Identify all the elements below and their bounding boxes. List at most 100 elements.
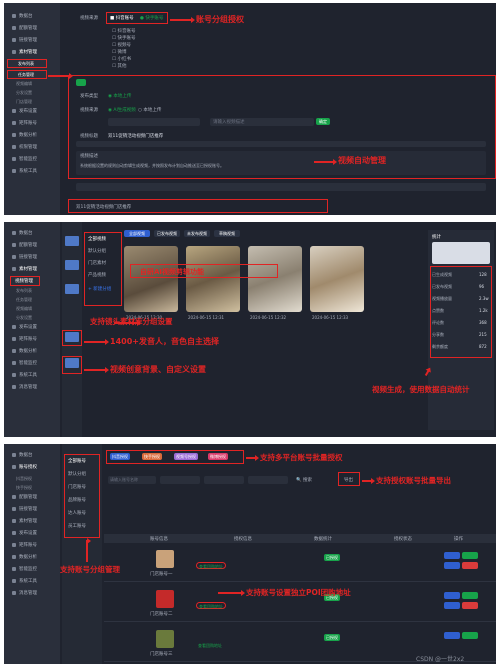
radio-option[interactable]: ◉ 本地上传 — [108, 93, 131, 99]
tab-draft[interactable]: 草稿视频 — [214, 230, 240, 237]
action-button[interactable] — [444, 562, 460, 569]
group-item[interactable]: 默认分组 — [88, 248, 106, 254]
sidebar-item[interactable]: 数据台 — [4, 11, 60, 23]
action-button[interactable] — [462, 592, 478, 599]
sidebar-item[interactable]: 账号授权 — [4, 462, 60, 474]
description-box[interactable]: 视频描述 系统根据设置的规则自动剪辑生成视频，并按照发布计划自动推送至已授权账号… — [76, 151, 486, 175]
sidebar-item[interactable]: 权限管理 — [4, 142, 60, 154]
sidebar-item[interactable]: 数据分析 — [4, 552, 60, 564]
checkbox-item[interactable]: ☐ 小红书 — [112, 56, 131, 62]
group-item[interactable]: 产品视频 — [88, 272, 106, 278]
sidebar-item-video[interactable]: 视频管理 — [10, 276, 40, 286]
checkbox-item[interactable]: ☐ 视频号 — [112, 42, 131, 48]
folder-icon[interactable] — [65, 236, 79, 246]
group-item[interactable]: + 新建分组 — [88, 286, 111, 292]
sidebar-item-publish-list[interactable]: 发布列表 — [7, 59, 47, 68]
export-button[interactable]: 导出 — [344, 477, 353, 483]
input-field[interactable] — [108, 118, 200, 126]
sidebar-item[interactable]: 系统工具 — [4, 370, 60, 382]
video-thumbnail[interactable] — [124, 246, 178, 312]
sidebar-item[interactable]: 矩阵账号 — [4, 540, 60, 552]
sidebar-item[interactable]: 链接管理 — [4, 252, 60, 264]
action-button[interactable] — [444, 592, 460, 599]
tab-published[interactable]: 已发布视频 — [154, 230, 180, 237]
group-item[interactable]: 默认分组 — [68, 471, 86, 477]
sidebar-subitem[interactable]: 视频编辑 — [4, 304, 60, 313]
checkbox-label[interactable]: ■ 抖音账号 — [110, 15, 134, 21]
sidebar-item[interactable]: 配额管理 — [4, 23, 60, 35]
video-thumbnail[interactable] — [248, 246, 302, 312]
action-button[interactable] — [462, 552, 478, 559]
confirm-button[interactable]: 确定 — [316, 118, 330, 125]
filter-select[interactable] — [248, 476, 288, 484]
sidebar-item[interactable]: 消息管理 — [4, 588, 60, 600]
folder-icon[interactable] — [65, 284, 79, 294]
sidebar-item[interactable]: 发布设置 — [4, 322, 60, 334]
sidebar-item[interactable]: 发布设置 — [4, 106, 60, 118]
sidebar-item[interactable]: 配额管理 — [4, 240, 60, 252]
sidebar-item[interactable]: 素材管理 — [4, 264, 60, 276]
group-item[interactable]: 全部视频 — [88, 236, 106, 242]
sidebar-item[interactable]: 消息管理 — [4, 382, 60, 394]
sidebar-subitem[interactable]: 快手授权 — [4, 483, 60, 492]
sidebar-item[interactable]: 数据分析 — [4, 346, 60, 358]
sidebar-item[interactable]: 矩阵账号 — [4, 334, 60, 346]
action-button[interactable] — [444, 632, 460, 639]
checkbox-label[interactable]: ● 快手账号 — [140, 15, 163, 21]
tab-kuaishou[interactable]: 快手授权 — [142, 453, 162, 460]
sidebar-item[interactable]: 智能监控 — [4, 358, 60, 370]
sidebar-subitem[interactable]: 分发设置 — [4, 88, 60, 97]
sidebar-subitem[interactable]: 分发设置 — [4, 313, 60, 322]
tab-unpublished[interactable]: 未发布视频 — [184, 230, 210, 237]
poi-link[interactable]: 查看团购地址 — [196, 642, 224, 649]
group-item[interactable]: 门店素材 — [88, 260, 106, 266]
tab-weibo[interactable]: 微博授权 — [208, 453, 228, 460]
tab-douyin[interactable]: 抖音授权 — [110, 453, 130, 460]
sidebar-item[interactable]: 智能监控 — [4, 154, 60, 166]
sidebar-subitem[interactable]: 门店管理 — [4, 97, 60, 106]
sidebar-subitem[interactable]: 发布列表 — [4, 286, 60, 295]
sidebar-item[interactable]: 智能监控 — [4, 564, 60, 576]
sidebar-item[interactable]: 数据台 — [4, 228, 60, 240]
tab-all[interactable]: 全部视频 — [124, 230, 150, 237]
checkbox-item[interactable]: ☐ 其他 — [112, 63, 126, 69]
table-row[interactable]: 门店账号一 查看团购地址 已授权 — [104, 544, 496, 582]
search-input[interactable]: 请输入视频描述 — [210, 118, 314, 126]
tab-channels[interactable]: 视频号授权 — [174, 453, 198, 460]
sidebar-item[interactable]: 配额管理 — [4, 492, 60, 504]
section-row[interactable] — [76, 183, 486, 191]
sidebar-subitem[interactable]: 视频编辑 — [4, 79, 60, 88]
radio-option[interactable]: ○ 本地上传 — [138, 107, 161, 113]
sidebar-item[interactable]: 链接管理 — [4, 504, 60, 516]
group-item[interactable]: 品牌账号 — [68, 497, 86, 503]
poi-link[interactable]: 查看团购地址 — [196, 562, 226, 569]
group-item[interactable]: 达人账号 — [68, 510, 86, 516]
group-item[interactable]: 门店账号 — [68, 484, 86, 490]
filter-select[interactable] — [204, 476, 244, 484]
search-input[interactable]: 请输入账号名称 — [108, 476, 156, 484]
search-button[interactable]: 🔍 搜索 — [296, 477, 312, 483]
radio-option[interactable]: ◉ AI生成视频 — [108, 107, 136, 113]
group-item[interactable]: 全部账号 — [68, 458, 86, 464]
action-button[interactable] — [462, 602, 478, 609]
sidebar-item[interactable]: 素材管理 — [4, 516, 60, 528]
video-thumbnail[interactable] — [186, 246, 240, 312]
sidebar-item[interactable]: 数据分析 — [4, 130, 60, 142]
video-thumbnail[interactable] — [310, 246, 364, 312]
action-button[interactable] — [462, 632, 478, 639]
sidebar-item[interactable]: 素材管理 — [4, 47, 60, 59]
sidebar-item[interactable]: 矩阵账号 — [4, 118, 60, 130]
sidebar-item[interactable]: 链接管理 — [4, 35, 60, 47]
filter-select[interactable] — [160, 476, 200, 484]
poi-link[interactable]: 查看团购地址 — [196, 602, 226, 609]
checkbox-item[interactable]: ☐ 抖音账号 — [112, 28, 135, 34]
sidebar-item[interactable]: 发布设置 — [4, 528, 60, 540]
sidebar-item-task[interactable]: 任务管理 — [7, 70, 47, 79]
sidebar-item[interactable]: 系统工具 — [4, 166, 60, 178]
sidebar-item[interactable]: 数据台 — [4, 450, 60, 462]
sidebar-item[interactable]: 系统工具 — [4, 576, 60, 588]
checkbox-item[interactable]: ☐ 微博 — [112, 49, 126, 55]
action-button[interactable] — [444, 552, 460, 559]
sidebar-subitem[interactable]: 任务管理 — [4, 295, 60, 304]
action-button[interactable] — [462, 562, 478, 569]
